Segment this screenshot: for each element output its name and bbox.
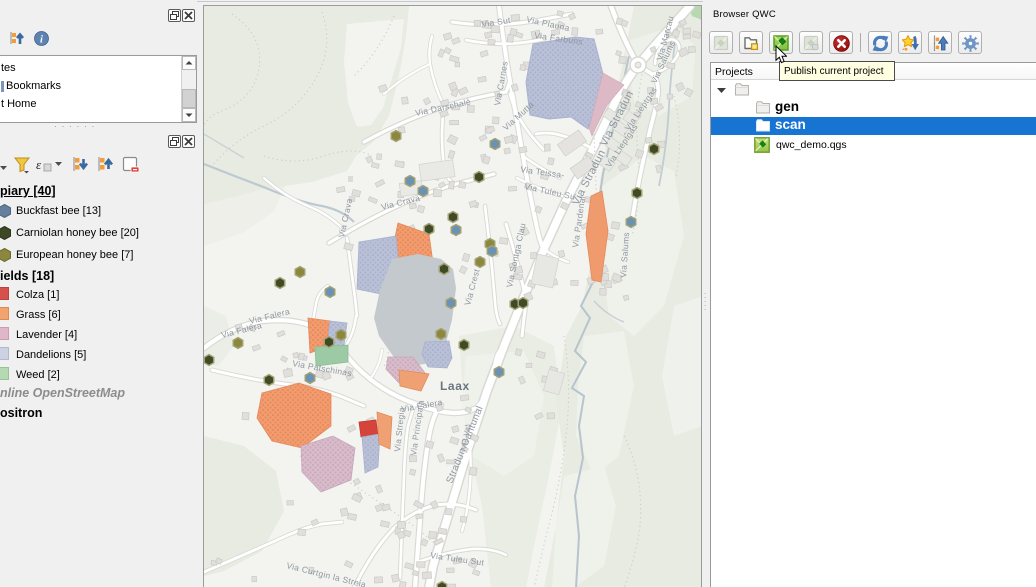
- svg-text:Laax: Laax: [440, 379, 470, 393]
- svg-text:i: i: [40, 34, 43, 45]
- svg-text:ε: ε: [36, 157, 42, 172]
